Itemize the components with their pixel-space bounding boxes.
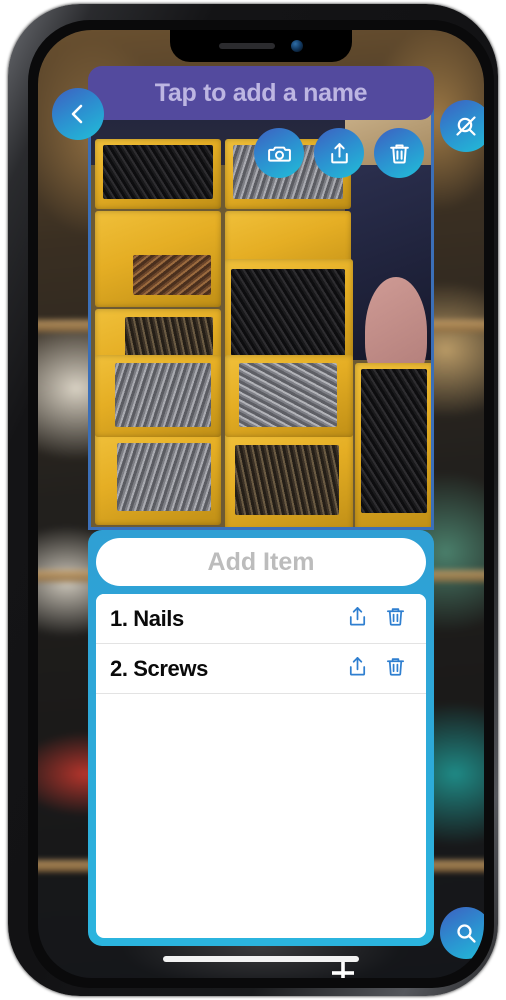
photo-bin [225,433,353,527]
photo-bin-contents [117,443,211,511]
list-item[interactable]: 1. Nails [96,594,426,644]
items-panel: 1. Nails [88,530,434,946]
trash-icon [384,655,407,683]
photo-bin [95,211,221,307]
photo-bin [95,433,221,525]
chevron-left-icon [66,102,90,126]
share-item-button[interactable] [338,600,376,638]
front-camera-icon [291,40,303,52]
photo-bin-contents [133,255,211,295]
photo-bin-contents [231,269,345,361]
list-item-label: 1. Nails [110,605,184,631]
share-item-button[interactable] [338,650,376,688]
photo-bin-contents [115,363,211,427]
photo-bin [95,139,221,209]
phone-frame: Tap to add a name Add Item 1. Nails 2. S… [8,4,498,996]
delete-photo-button[interactable] [374,128,424,178]
photo-region-dark [345,165,431,387]
photo-bin-contents [239,363,337,427]
share-upload-icon [346,655,369,683]
speaker-grille-icon [219,43,275,49]
camera-button[interactable] [254,128,304,178]
photo-bin-contents [361,369,427,513]
list-item-label: 2. Screws [110,655,208,681]
hide-search-button[interactable] [440,100,484,152]
camera-icon [267,141,292,166]
share-photo-button[interactable] [314,128,364,178]
photo-bin [225,355,353,437]
device-notch [170,30,352,62]
search-off-icon [454,114,478,138]
delete-item-button[interactable] [376,600,414,638]
photo-bin [95,355,221,437]
trash-icon [387,141,412,166]
crosshair-cursor-icon [332,962,354,978]
photo-bin-contents [235,445,339,515]
photo-bin-contents [103,145,213,199]
home-indicator[interactable] [163,956,359,962]
list-item[interactable]: 2. Screws [96,644,426,694]
search-icon [454,921,478,945]
add-item-input[interactable] [96,538,426,586]
items-list[interactable]: 1. Nails 2. Screws [96,594,426,938]
share-upload-icon [327,141,352,166]
share-upload-icon [346,605,369,633]
back-button[interactable] [52,88,104,140]
search-fab-button[interactable] [440,907,484,959]
delete-item-button[interactable] [376,650,414,688]
photo-bin [355,363,431,527]
page-title-bar[interactable]: Tap to add a name [88,66,434,120]
item-photo-image [91,111,431,527]
trash-icon [384,605,407,633]
page-title: Tap to add a name [154,78,368,107]
phone-screen: Tap to add a name Add Item 1. Nails 2. S… [38,30,484,978]
